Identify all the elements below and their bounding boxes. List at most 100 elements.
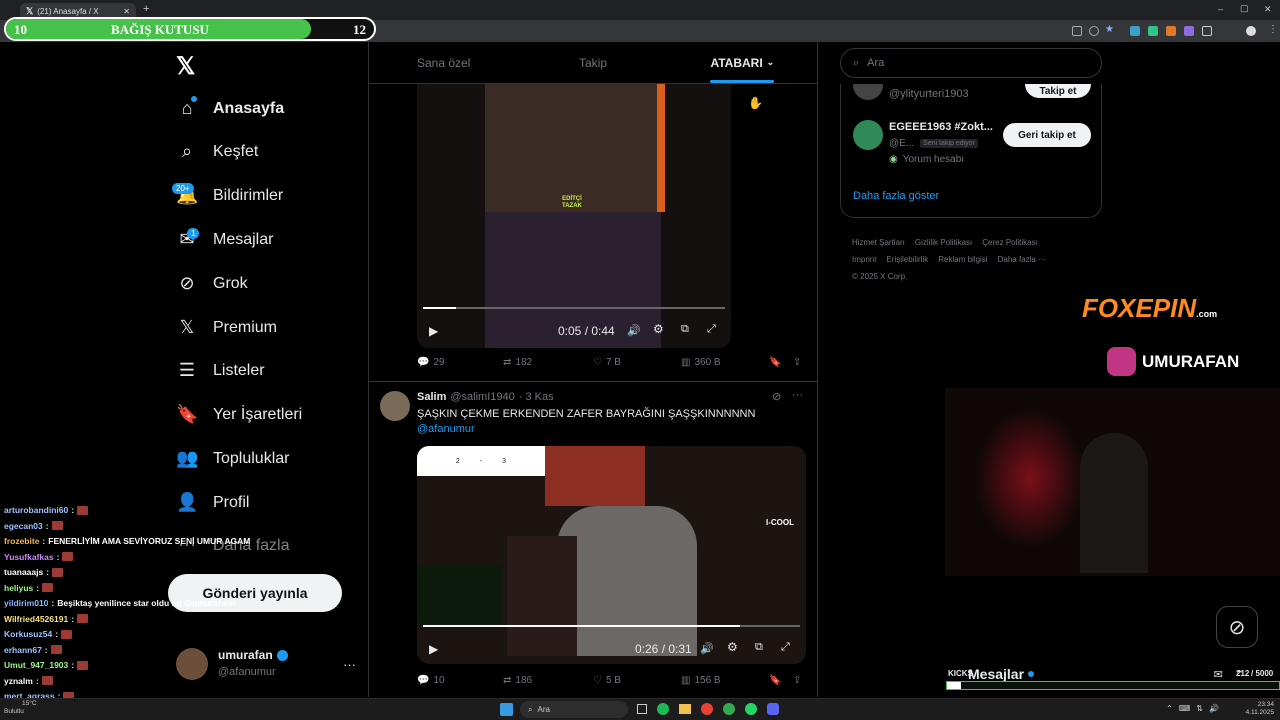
follow-avatar[interactable] [853, 84, 883, 100]
sidebar-item-yer-i̇şaretleri[interactable]: 🔖 Yer İşaretleri [176, 404, 302, 425]
tab-atabari[interactable]: ATABARI ⌄ [668, 42, 817, 83]
follow-handle[interactable]: @E... [889, 138, 914, 149]
post-more-icon[interactable]: ··· [792, 389, 803, 401]
footer-link[interactable]: Imprint [852, 255, 876, 264]
play-icon[interactable]: ▶ [429, 324, 438, 338]
follow-back-button[interactable]: Geri takip et [1003, 123, 1091, 147]
chat-username[interactable]: yildirim010 [4, 598, 48, 608]
grok-floating-button[interactable]: ⊘ [1216, 606, 1258, 648]
footer-link[interactable]: Hizmet Şartları [852, 238, 905, 247]
footer-link[interactable]: Reklam bilgisi [938, 255, 987, 264]
discord-icon[interactable] [767, 703, 779, 715]
views-button[interactable]: ▥ 156 B [681, 675, 721, 686]
post-avatar[interactable] [380, 391, 410, 421]
chat-username[interactable]: Wilfried4526191 [4, 614, 68, 624]
sidebar-item-profil[interactable]: 👤 Profil [176, 492, 249, 513]
play-icon[interactable]: ▶ [429, 642, 438, 656]
chat-username[interactable]: heliyus [4, 583, 33, 593]
post-mention[interactable]: @afanumur [417, 423, 475, 435]
repost-button[interactable]: ⇄ 182 [503, 357, 532, 368]
follow-handle[interactable]: @ylityurteri1903 [889, 88, 969, 100]
reply-button[interactable]: 💬 29 [417, 357, 445, 368]
account-switcher[interactable]: umurafan @afanumur ··· [176, 646, 356, 682]
chat-username[interactable]: yznalm [4, 676, 33, 686]
tab-for-you[interactable]: Sana özel [369, 42, 518, 83]
spotify-icon[interactable] [657, 703, 669, 715]
tab-following[interactable]: Takip [518, 42, 667, 83]
fullscreen-icon[interactable]: ⤢ [781, 641, 790, 654]
follow-button[interactable]: Takip et [1025, 84, 1091, 98]
taskbar-search[interactable]: ⌕ Ara [520, 701, 628, 718]
post-date[interactable]: · 3 Kas [519, 391, 554, 403]
sidebar-item-grok[interactable]: ⊘ Grok [176, 273, 247, 294]
sidebar-item-keşfet[interactable]: ⌕ Keşfet [176, 141, 258, 162]
search-input[interactable]: Ara [867, 57, 884, 69]
x-logo-icon[interactable]: 𝕏 [176, 52, 195, 81]
whatsapp-icon[interactable] [745, 703, 757, 715]
task-view-icon[interactable] [637, 704, 647, 714]
start-button[interactable] [500, 703, 513, 716]
post-video[interactable]: 2 - 3 I-COOL ▶ 0:26 / 0:31 🔊 ⚙ ⧉ ⤢ [417, 446, 806, 664]
video-progress-track[interactable] [423, 625, 800, 627]
sidebar-item-listeler[interactable]: ☰ Listeler [176, 360, 265, 381]
puzzle-extensions-icon[interactable] [1202, 26, 1212, 36]
follow-name[interactable]: EGEEE1963 #Zokt... [889, 121, 993, 133]
video-progress-track[interactable] [423, 307, 725, 309]
sidebar-item-premium[interactable]: 𝕏 Premium [176, 317, 277, 338]
system-tray[interactable]: ⌃⌨⇅🔊 [1166, 704, 1225, 713]
close-tab-icon[interactable]: ✕ [123, 7, 130, 16]
like-button[interactable]: ♡ 5 B [593, 675, 621, 686]
fullscreen-icon[interactable]: ⤢ [707, 323, 716, 336]
extension-icon[interactable] [1148, 26, 1158, 36]
post-video[interactable]: EDİTÇİ TAZAK ▶ 0:05 / 0:44 🔊 ⚙ ⧉ ⤢ [417, 84, 731, 348]
minimize-button[interactable]: – [1218, 4, 1223, 14]
weather-widget[interactable]: 15°C Bulutlu [4, 700, 37, 716]
picture-in-picture-icon[interactable]: ⧉ [755, 641, 763, 654]
menu-dots-icon[interactable]: ⋮ [1268, 24, 1278, 35]
post-author-name[interactable]: Salim [417, 391, 446, 403]
zoom-icon[interactable] [1089, 26, 1099, 36]
profile-avatar-icon[interactable] [1246, 26, 1256, 36]
new-tab-button[interactable]: + [143, 3, 149, 15]
follow-avatar[interactable] [853, 120, 883, 150]
extension-icon[interactable] [1130, 26, 1140, 36]
reply-button[interactable]: 💬 10 [417, 675, 445, 686]
chat-username[interactable]: Yusufkafkas [4, 552, 54, 562]
post-author-handle[interactable]: @salimI1940 [450, 391, 514, 403]
share-icon[interactable]: ⇪ [793, 357, 801, 368]
like-button[interactable]: ♡ 7 B [593, 357, 621, 368]
file-explorer-icon[interactable] [679, 704, 691, 714]
footer-link[interactable]: Erişilebilirlik [886, 255, 928, 264]
install-app-icon[interactable] [1072, 26, 1082, 36]
volume-icon[interactable]: 🔊 [627, 324, 641, 337]
chat-username[interactable]: frozebite [4, 536, 39, 546]
show-more-link[interactable]: Daha fazla göster [853, 190, 939, 202]
share-icon[interactable]: ⇪ [793, 675, 801, 686]
footer-link[interactable]: Gizlilik Politikası [915, 238, 972, 247]
bookmark-post-icon[interactable]: 🔖 [769, 675, 781, 686]
sidebar-item-topluluklar[interactable]: 👥 Topluluklar [176, 448, 289, 469]
chat-username[interactable]: arturobandini60 [4, 505, 68, 515]
chat-username[interactable]: erhann67 [4, 645, 42, 655]
footer-link[interactable]: Çerez Politikası [982, 238, 1038, 247]
settings-icon[interactable]: ⚙ [727, 640, 738, 654]
footer-link[interactable]: Daha fazla ··· [998, 255, 1046, 264]
volume-icon[interactable]: 🔊 [700, 642, 714, 655]
bookmark-post-icon[interactable]: 🔖 [769, 357, 781, 368]
grok-icon[interactable]: ⊘ [772, 390, 781, 403]
chrome-icon[interactable] [701, 703, 713, 715]
extension-icon[interactable] [1184, 26, 1194, 36]
views-button[interactable]: ▥ 360 B [681, 357, 721, 368]
chat-username[interactable]: egecan03 [4, 521, 43, 531]
extension-icon[interactable] [1166, 26, 1176, 36]
bookmark-star-icon[interactable]: ★ [1105, 24, 1115, 35]
chat-username[interactable]: Korkusuz54 [4, 629, 52, 639]
chat-username[interactable]: tuanaaajs [4, 567, 43, 577]
clock[interactable]: 23:34 4.11.2025 [1242, 701, 1274, 717]
settings-icon[interactable]: ⚙ [653, 322, 664, 336]
close-window-button[interactable]: ✕ [1264, 4, 1272, 15]
repost-button[interactable]: ⇄ 186 [503, 675, 532, 686]
picture-in-picture-icon[interactable]: ⧉ [681, 323, 689, 336]
maximize-button[interactable]: ▢ [1240, 3, 1249, 14]
chrome-icon[interactable] [723, 703, 735, 715]
